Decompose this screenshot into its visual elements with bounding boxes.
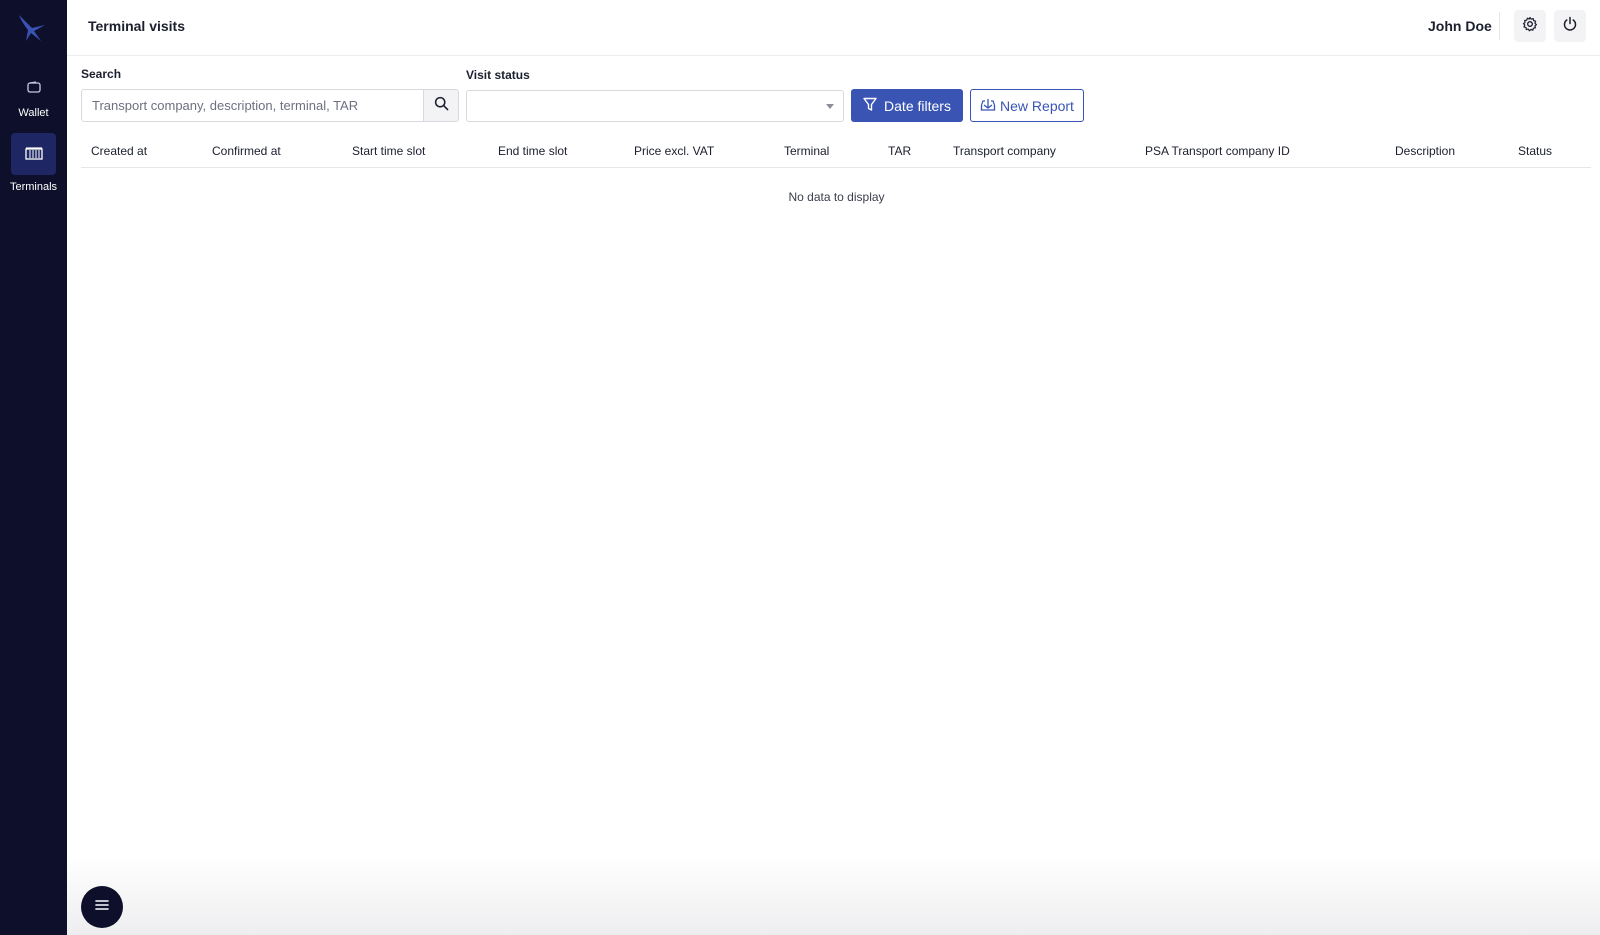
column-header-transport-company[interactable]: Transport company [953, 144, 1056, 158]
bird-logo-icon[interactable] [15, 11, 51, 45]
settings-button[interactable] [1514, 10, 1546, 42]
chevron-down-icon [826, 104, 834, 109]
sidebar: Wallet Terminals [0, 0, 67, 935]
hamburger-menu-icon [95, 898, 109, 916]
new-report-label: New Report [1000, 97, 1074, 114]
download-tray-icon [980, 97, 996, 115]
search-input[interactable] [82, 90, 423, 121]
top-header: Terminal visits John Doe [67, 0, 1600, 56]
search-box [81, 89, 459, 122]
logout-button[interactable] [1554, 10, 1586, 42]
column-header-confirmed-at[interactable]: Confirmed at [212, 144, 281, 158]
visit-status-label: Visit status [466, 68, 530, 82]
table-header: Created at Confirmed at Start time slot … [81, 136, 1591, 168]
column-header-end-time-slot[interactable]: End time slot [498, 144, 567, 158]
sidebar-item-label: Wallet [18, 107, 49, 119]
gear-icon [1522, 16, 1538, 37]
page-title: Terminal visits [88, 18, 186, 34]
wallet-icon [12, 73, 56, 101]
sidebar-item-wallet[interactable]: Wallet [0, 73, 67, 119]
date-filters-button[interactable]: Date filters [851, 89, 963, 122]
search-button[interactable] [423, 90, 458, 121]
sidebar-item-terminals[interactable]: Terminals [0, 133, 67, 193]
footer-shade [67, 855, 1600, 935]
power-icon [1562, 16, 1578, 37]
date-filters-label: Date filters [884, 97, 951, 114]
column-header-price-excl-vat[interactable]: Price excl. VAT [634, 144, 714, 158]
empty-table-message: No data to display [788, 190, 885, 204]
terminal-grid-icon [11, 133, 56, 175]
column-header-terminal[interactable]: Terminal [784, 144, 829, 158]
column-header-status[interactable]: Status [1518, 144, 1552, 158]
menu-fab-button[interactable] [81, 886, 123, 928]
new-report-button[interactable]: New Report [970, 89, 1084, 122]
search-label: Search [81, 67, 122, 81]
column-header-created-at[interactable]: Created at [91, 144, 147, 158]
column-header-description[interactable]: Description [1395, 144, 1455, 158]
column-header-psa-transport-company-id[interactable]: PSA Transport company ID [1145, 144, 1290, 158]
column-header-tar[interactable]: TAR [888, 144, 911, 158]
filter-funnel-icon [863, 97, 877, 115]
user-name[interactable]: John Doe [1428, 18, 1492, 34]
search-icon [434, 96, 449, 116]
visit-status-select[interactable] [466, 90, 844, 122]
column-header-start-time-slot[interactable]: Start time slot [352, 144, 425, 158]
header-divider [1499, 12, 1500, 40]
